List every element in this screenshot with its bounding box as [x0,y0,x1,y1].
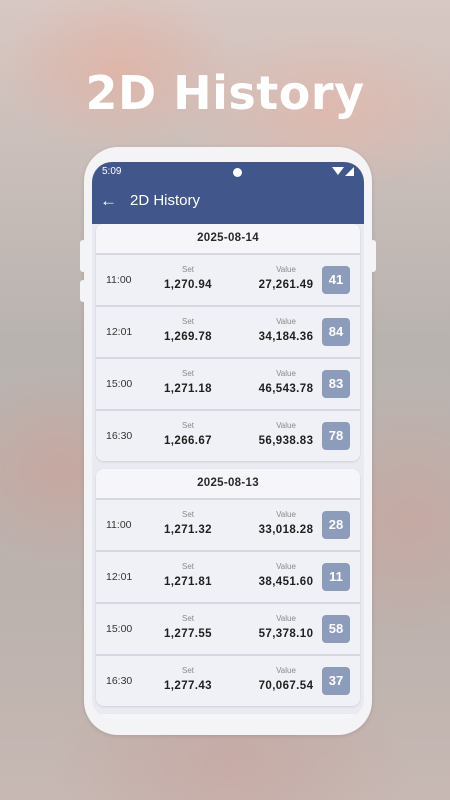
value-column: Value 70,067.54 [236,666,336,692]
set-value: 1,277.43 [164,680,212,692]
result-badge: 58 [322,615,350,643]
set-value: 1,266.67 [164,435,212,447]
status-bar: 5:09 [102,165,354,179]
row-time: 16:30 [106,675,133,687]
value-label: Value [276,614,296,623]
status-icons [332,165,354,178]
value-column: Value 46,543.78 [236,369,336,395]
value-value: 56,938.83 [258,435,314,447]
phone-side-button-upper [80,240,86,272]
phone-side-button-right [370,240,376,272]
day-date: 2025-08-13 [197,477,259,489]
set-column: Set 1,277.55 [158,614,218,640]
next-day-card [96,714,360,719]
set-column: Set 1,269.78 [158,317,218,343]
promo-headline: 2D History [85,66,365,120]
row-time: 12:01 [106,326,133,338]
row-time: 16:30 [106,430,133,442]
day-card: 2025-08-13 11:00 Set 1,271.32 Value 33,018.28… [96,469,360,706]
value-column: Value 57,378.10 [236,614,336,640]
row-time: 12:01 [106,571,133,583]
value-column: Value 56,938.83 [236,421,336,447]
result-badge: 83 [322,370,350,398]
set-column: Set 1,271.32 [158,510,218,536]
result-badge: 28 [322,511,350,539]
set-value: 1,277.55 [164,628,212,640]
value-column: Value 38,451.60 [236,562,336,588]
status-time: 5:09 [102,166,122,177]
value-label: Value [276,317,296,326]
result-badge: 78 [322,422,350,450]
day-date: 2025-08-14 [197,232,259,244]
history-list[interactable]: 2025-08-14 11:00 Set 1,270.94 Value 27,261.49… [92,224,364,719]
phone-side-button-lower [80,280,86,302]
result-badge: 11 [322,563,350,591]
value-value: 33,018.28 [258,524,314,536]
set-value: 1,271.32 [164,524,212,536]
phone-screen: 5:09 ← 2D History 2025-08-14 11:00 Set 1,27… [92,162,364,719]
set-value: 1,271.18 [164,383,212,395]
signal-icon [345,167,354,176]
value-value: 27,261.49 [258,279,314,291]
wifi-icon [332,167,344,175]
value-label: Value [276,421,296,430]
result-badge: 37 [322,667,350,695]
arrow-left-icon[interactable]: ← [100,190,118,212]
page-title: 2D History [130,192,201,209]
day-card: 2025-08-14 11:00 Set 1,270.94 Value 27,261.49… [96,224,360,461]
set-column: Set 1,277.43 [158,666,218,692]
set-label: Set [181,614,194,623]
history-row[interactable]: 15:00 Set 1,277.55 Value 57,378.10 58 [96,602,360,654]
set-column: Set 1,270.94 [158,265,218,291]
value-label: Value [276,265,296,274]
value-value: 46,543.78 [258,383,314,395]
history-row[interactable]: 12:01 Set 1,269.78 Value 34,184.36 84 [96,305,360,357]
history-row[interactable]: 16:30 Set 1,266.67 Value 56,938.83 78 [96,409,360,461]
app-bar: 5:09 ← 2D History [92,162,364,224]
set-value: 1,269.78 [164,331,212,343]
set-column: Set 1,271.81 [158,562,218,588]
result-badge: 84 [322,318,350,346]
value-value: 38,451.60 [258,576,314,588]
set-label: Set [181,421,194,430]
value-label: Value [276,369,296,378]
history-row[interactable]: 11:00 Set 1,271.32 Value 33,018.28 28 [96,498,360,550]
value-label: Value [276,562,296,571]
set-label: Set [181,666,194,675]
set-label: Set [181,510,194,519]
value-label: Value [276,510,296,519]
set-label: Set [181,317,194,326]
value-value: 70,067.54 [258,680,314,692]
camera-cutout [233,168,242,177]
row-time: 15:00 [106,623,133,635]
value-column: Value 34,184.36 [236,317,336,343]
row-time: 11:00 [106,519,132,531]
result-badge: 41 [322,266,350,294]
set-value: 1,271.81 [164,576,212,588]
history-row[interactable]: 16:30 Set 1,277.43 Value 70,067.54 37 [96,654,360,706]
set-label: Set [181,265,194,274]
set-label: Set [181,562,194,571]
history-row[interactable]: 15:00 Set 1,271.18 Value 46,543.78 83 [96,357,360,409]
set-column: Set 1,271.18 [158,369,218,395]
history-row[interactable]: 11:00 Set 1,270.94 Value 27,261.49 41 [96,253,360,305]
value-label: Value [276,666,296,675]
set-column: Set 1,266.67 [158,421,218,447]
set-label: Set [181,369,194,378]
value-value: 34,184.36 [258,331,314,343]
row-time: 15:00 [106,378,133,390]
value-column: Value 27,261.49 [236,265,336,291]
value-value: 57,378.10 [258,628,314,640]
value-column: Value 33,018.28 [236,510,336,536]
history-row[interactable]: 12:01 Set 1,271.81 Value 38,451.60 11 [96,550,360,602]
row-time: 11:00 [106,274,132,286]
set-value: 1,270.94 [164,279,212,291]
